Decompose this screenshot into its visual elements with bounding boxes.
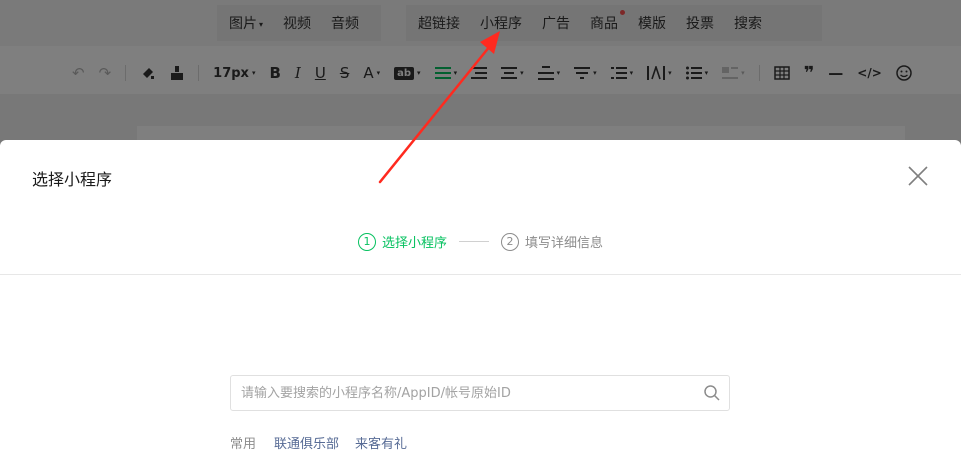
select-mini-program-dialog: 选择小程序 1 选择小程序 2 填写详细信息 常用 联通俱乐部 来客有礼 <box>0 140 961 464</box>
step-indicator: 1 选择小程序 2 填写详细信息 <box>0 232 961 251</box>
close-button[interactable] <box>904 162 932 190</box>
common-item-link[interactable]: 来客有礼 <box>355 433 407 452</box>
close-icon <box>908 166 928 186</box>
step-label: 填写详细信息 <box>525 236 604 251</box>
step-number: 2 <box>501 232 519 251</box>
step-connector <box>459 241 489 242</box>
step-label: 选择小程序 <box>381 236 447 251</box>
step-fill-details: 2 填写详细信息 <box>501 232 603 251</box>
mini-program-search-box <box>230 375 730 411</box>
header-divider <box>0 274 961 275</box>
common-mini-programs: 常用 联通俱乐部 来客有礼 <box>230 433 423 452</box>
search-icon[interactable] <box>703 384 721 402</box>
common-label: 常用 <box>230 437 257 452</box>
dialog-title: 选择小程序 <box>32 170 113 189</box>
mini-program-search-input[interactable] <box>241 376 681 410</box>
common-item-link[interactable]: 联通俱乐部 <box>274 433 339 452</box>
step-select-mini-program: 1 选择小程序 <box>357 232 447 251</box>
step-number: 1 <box>357 232 376 251</box>
